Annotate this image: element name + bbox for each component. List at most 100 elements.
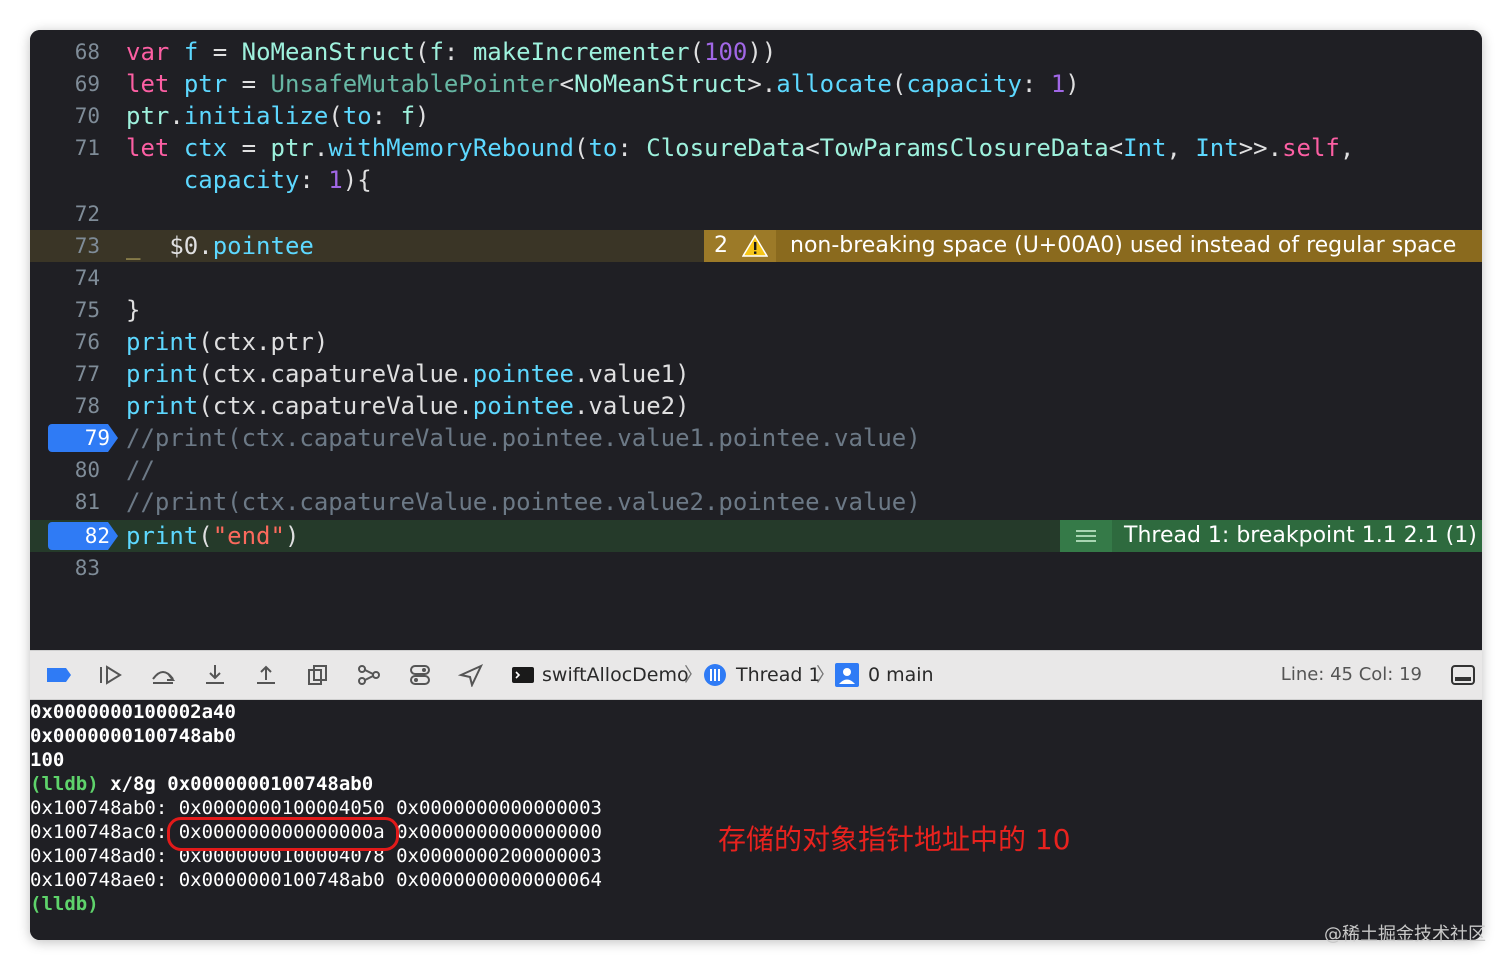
code-line[interactable]: 79 //print(ctx.capatureValue.pointee.valu… xyxy=(30,422,1482,454)
line-number: 74 xyxy=(74,266,100,290)
step-over-icon[interactable] xyxy=(150,663,176,687)
stack-frame-icon xyxy=(835,663,859,687)
code-token: : xyxy=(443,38,473,66)
code-text: } xyxy=(126,294,140,326)
lldb-input-prompt[interactable]: (lldb) xyxy=(30,892,99,916)
code-line[interactable]: 72 xyxy=(30,198,1482,230)
terminal-icon xyxy=(512,667,534,683)
code-token: ( xyxy=(328,102,343,130)
line-number: 77 xyxy=(74,362,100,386)
code-text: //print(ctx.capatureValue.pointee.value1… xyxy=(126,422,921,454)
code-line[interactable]: 74 xyxy=(30,262,1482,294)
breakpoint-message: Thread 1: breakpoint 1.1 2.1 (1) xyxy=(1124,523,1477,548)
code-text: // xyxy=(126,454,155,486)
code-line[interactable]: 83 xyxy=(30,552,1482,584)
memory-address: 0x100748ab0: xyxy=(30,797,168,819)
code-line[interactable]: 68 var f = NoMeanStruct(f: makeIncremente… xyxy=(30,36,1482,68)
code-token: (ctx.capatureValue. xyxy=(198,392,473,420)
code-token: (ctx.capatureValue. xyxy=(198,360,473,388)
warning-banner[interactable]: 2 non-breaking space (U+00A0) used instea… xyxy=(704,230,1482,262)
code-token: TowParamsClosureData xyxy=(819,134,1109,162)
cursor-position: Line: 45 Col: 19 xyxy=(1280,664,1422,685)
code-line[interactable]: 73 _ $0.pointee 2 non-breaking space (U+00A… xyxy=(30,230,1482,262)
code-token: >. xyxy=(747,70,777,98)
code-token: makeIncrementer xyxy=(472,38,690,66)
code-token: : xyxy=(371,102,401,130)
code-token: allocate xyxy=(776,70,892,98)
code-text: //print(ctx.capatureValue.pointee.value2… xyxy=(126,486,921,518)
code-token: f xyxy=(400,102,416,130)
memory-graph-icon[interactable] xyxy=(356,663,382,687)
code-token: _ xyxy=(126,232,141,260)
line-number: 83 xyxy=(74,556,100,580)
step-out-icon[interactable] xyxy=(253,663,279,687)
code-line[interactable]: 80 // xyxy=(30,454,1482,486)
memory-row: 0x100748ae0: 0x0000000100748ab0 0x000000… xyxy=(30,868,602,892)
code-token: print xyxy=(126,328,199,356)
code-text: _ $0.pointee xyxy=(126,230,314,262)
code-token: NoMeanStruct xyxy=(241,38,416,66)
code-line[interactable]: 75} xyxy=(30,294,1482,326)
code-token: print xyxy=(126,360,199,388)
code-token: < xyxy=(1108,134,1124,162)
code-token: print xyxy=(126,392,199,420)
breadcrumb-thread[interactable]: Thread 1 xyxy=(736,651,821,699)
highlight-ring xyxy=(167,817,399,851)
code-line[interactable]: 71 let ctx = ptr.withMemoryRebound(to: Cl… xyxy=(30,132,1482,164)
code-token: ( xyxy=(415,38,430,66)
breadcrumb-target[interactable]: swiftAllocDemo xyxy=(542,651,689,699)
code-token: ( xyxy=(573,134,589,162)
code-line[interactable]: 76 print(ctx.ptr) xyxy=(30,326,1482,358)
code-line[interactable]: 69 let ptr = UnsafeMutablePointer<NoMeanS… xyxy=(30,68,1482,100)
breadcrumb-separator-icon: 〉 xyxy=(684,664,704,686)
code-token: = xyxy=(198,38,242,66)
breakpoint-banner[interactable]: Thread 1: breakpoint 1.1 2.1 (1) xyxy=(1060,520,1482,552)
simulate-location-icon[interactable] xyxy=(458,663,484,687)
code-token: : xyxy=(617,134,647,162)
debug-console[interactable]: 0x0000000100002a40 0x0000000100748ab0 10… xyxy=(30,700,1482,940)
breakpoint-marker[interactable]: 82 xyxy=(48,522,118,550)
code-line[interactable]: capacity: 1){ xyxy=(30,164,1482,196)
code-line[interactable]: 78 print(ctx.capatureValue.pointee.value2… xyxy=(30,390,1482,422)
toggle-console-icon[interactable] xyxy=(1450,663,1476,687)
breadcrumb-frame[interactable]: 0 main xyxy=(868,651,934,699)
code-token: f xyxy=(429,38,444,66)
code-token: (ctx.ptr) xyxy=(198,328,329,356)
code-text: print(ctx.capatureValue.pointee.value1) xyxy=(126,358,690,390)
line-number: 79 xyxy=(84,426,110,450)
line-number: 80 xyxy=(74,458,100,482)
code-token: 100 xyxy=(704,38,748,66)
code-token: 1 xyxy=(328,166,343,194)
breakpoint-marker[interactable]: 79 xyxy=(48,424,118,452)
code-text: print(ctx.capatureValue.pointee.value2) xyxy=(126,390,690,422)
line-number: 76 xyxy=(74,330,100,354)
code-token: ( xyxy=(689,38,705,66)
continue-icon[interactable] xyxy=(98,663,124,687)
code-token: pointee xyxy=(472,360,574,388)
code-token: )) xyxy=(747,38,777,66)
code-line[interactable]: 82 print("end") Thread 1: breakpoint 1.1 2… xyxy=(30,520,1482,552)
code-token: to xyxy=(342,102,372,130)
code-token: withMemoryRebound xyxy=(328,134,574,162)
code-line[interactable]: 70 ptr.initialize(to: f) xyxy=(30,100,1482,132)
warning-count-badge[interactable]: 2 xyxy=(704,230,776,262)
code-token: let xyxy=(126,70,170,98)
breakpoints-toggle-icon[interactable] xyxy=(46,663,72,687)
code-text: ptr.initialize(to: f) xyxy=(126,100,429,132)
code-editor[interactable]: 68 var f = NoMeanStruct(f: makeIncremente… xyxy=(30,30,1482,650)
debug-view-hierarchy-icon[interactable] xyxy=(306,663,332,687)
console-output-line: 100 xyxy=(30,749,65,771)
code-text: let ctx = ptr.withMemoryRebound(to: Clos… xyxy=(126,132,1354,164)
code-token: f xyxy=(183,38,199,66)
environment-overrides-icon[interactable] xyxy=(407,663,433,687)
breakpoint-banner-toggle[interactable] xyxy=(1060,520,1112,552)
code-line[interactable]: 81 //print(ctx.capatureValue.pointee.valu… xyxy=(30,486,1482,518)
step-into-icon[interactable] xyxy=(202,663,228,687)
debug-toolbar: swiftAllocDemo 〉 Thread 1 〉 0 main Line:… xyxy=(30,650,1482,700)
code-token: . xyxy=(313,134,329,162)
code-line[interactable]: 77 print(ctx.capatureValue.pointee.value1… xyxy=(30,358,1482,390)
